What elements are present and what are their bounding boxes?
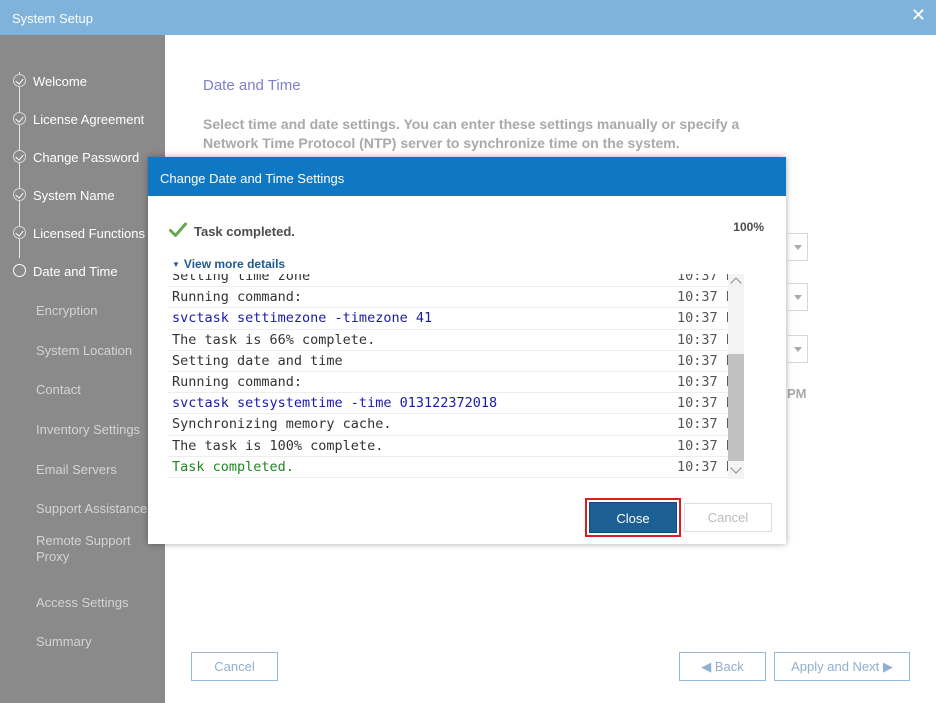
sidebar-step: Access Settings bbox=[0, 591, 165, 613]
step-complete-icon bbox=[13, 188, 26, 201]
setup-steps-sidebar: Welcome License Agreement Change Password S… bbox=[0, 35, 165, 703]
back-button[interactable]: ◀ Back bbox=[679, 652, 766, 681]
log-message: svctask setsystemtime -time 013122372018 bbox=[172, 395, 498, 412]
step-complete-icon bbox=[13, 150, 26, 163]
step-complete-icon bbox=[13, 74, 26, 87]
date-select-arrow[interactable] bbox=[788, 283, 808, 311]
scroll-thumb[interactable] bbox=[728, 354, 744, 461]
sidebar-step: Contact bbox=[0, 378, 165, 400]
sidebar-step: Support Assistance bbox=[0, 497, 165, 519]
time-select-arrow[interactable] bbox=[788, 335, 808, 363]
system-setup-window: System Setup ✕ Welcome License Agreement C… bbox=[0, 0, 936, 703]
log-message: Running command: bbox=[172, 373, 303, 390]
step-current-icon bbox=[13, 264, 26, 277]
log-scrollbar[interactable] bbox=[728, 274, 744, 479]
log-row: Setting date and time 10:37 PM bbox=[168, 351, 744, 372]
sidebar-step-label: Email Servers bbox=[36, 462, 117, 477]
sidebar-step: Change Password bbox=[0, 146, 165, 168]
sidebar-step: Date and Time bbox=[0, 260, 165, 282]
log-row: Running command: 10:37 PM bbox=[168, 372, 744, 394]
checkmark-icon bbox=[169, 222, 187, 237]
log-message: svctask settimezone -timezone 41 bbox=[172, 310, 433, 327]
title-bar: System Setup ✕ bbox=[0, 0, 936, 35]
log-message: Setting time zone bbox=[172, 274, 311, 284]
window-title: System Setup bbox=[12, 11, 93, 26]
sidebar-step-label: Summary bbox=[36, 634, 92, 649]
sidebar-step-label: Encryption bbox=[36, 303, 98, 318]
sidebar-step-label: License Agreement bbox=[33, 112, 145, 127]
log-row: The task is 66% complete. 10:37 PM bbox=[168, 330, 744, 351]
log-row: Synchronizing memory cache. 10:37 PM bbox=[168, 414, 744, 436]
sidebar-step-label: Access Settings bbox=[36, 595, 129, 610]
sidebar-step: Remote Support Proxy bbox=[0, 533, 165, 564]
scroll-up-icon[interactable] bbox=[730, 277, 742, 289]
sidebar-step-label: System Name bbox=[33, 188, 115, 203]
change-date-time-dialog: Change Date and Time Settings Task compl… bbox=[148, 157, 786, 544]
view-more-details-label: View more details bbox=[183, 257, 286, 271]
task-status: Task completed. bbox=[194, 224, 295, 239]
sidebar-step-label: System Location bbox=[36, 343, 133, 358]
step-complete-icon bbox=[13, 226, 26, 239]
page-description: Select time and date settings. You can e… bbox=[203, 116, 740, 151]
close-icon[interactable]: ✕ bbox=[911, 5, 926, 25]
scroll-down-icon[interactable] bbox=[730, 462, 742, 474]
sidebar-step: System Location bbox=[0, 339, 165, 361]
sidebar-step-label: Inventory Settings bbox=[36, 422, 141, 437]
page-title: Date and Time bbox=[203, 77, 301, 94]
log-message: The task is 66% complete. bbox=[172, 331, 376, 348]
sidebar-step-label: Change Password bbox=[33, 150, 140, 165]
caret-down-icon: ▼ bbox=[172, 260, 180, 269]
step-complete-icon bbox=[13, 112, 26, 125]
close-button[interactable]: Close bbox=[589, 502, 677, 533]
sidebar-step: Summary bbox=[0, 630, 165, 652]
timezone-select-arrow[interactable] bbox=[788, 233, 808, 261]
log-message: Synchronizing memory cache. bbox=[172, 416, 392, 433]
apply-and-next-button[interactable]: Apply and Next ▶ bbox=[774, 652, 910, 681]
sidebar-step: Inventory Settings bbox=[0, 418, 165, 440]
log-row: Task completed. 10:37 PM bbox=[168, 457, 744, 478]
log-message: Running command: bbox=[172, 289, 303, 306]
log-row: svctask settimezone -timezone 41 10:37 PM bbox=[168, 308, 744, 330]
sidebar-step-label: Remote Support Proxy bbox=[36, 533, 131, 564]
task-log[interactable]: Setting time zone 10:37 PM Running command… bbox=[168, 274, 764, 479]
sidebar-step: Licensed Functions bbox=[0, 222, 165, 244]
sidebar-step: License Agreement bbox=[0, 108, 165, 130]
log-row: Running command: 10:37 PM bbox=[168, 287, 744, 309]
dialog-header: Change Date and Time Settings bbox=[148, 157, 786, 196]
sidebar-step-label: Support Assistance bbox=[36, 501, 148, 516]
dialog-cancel-button[interactable]: Cancel bbox=[684, 503, 772, 532]
log-message: Task completed. bbox=[172, 458, 294, 475]
sidebar-step: System Name bbox=[0, 184, 165, 206]
view-more-details-toggle[interactable]: ▼ View more details bbox=[172, 257, 285, 271]
time-suffix: PM bbox=[787, 386, 807, 401]
log-row: Setting time zone 10:37 PM bbox=[168, 274, 744, 288]
cancel-button[interactable]: Cancel bbox=[191, 652, 278, 681]
sidebar-step: Welcome bbox=[0, 70, 165, 92]
log-row: The task is 100% complete. 10:37 PM bbox=[168, 436, 744, 457]
task-percent: 100% bbox=[733, 220, 764, 234]
log-message: The task is 100% complete. bbox=[172, 437, 384, 454]
log-message: Setting date and time bbox=[172, 352, 343, 369]
sidebar-step: Email Servers bbox=[0, 458, 165, 480]
sidebar-step-label: Welcome bbox=[33, 74, 87, 89]
sidebar-step-label: Contact bbox=[36, 382, 81, 397]
log-row: svctask setsystemtime -time 013122372018… bbox=[168, 393, 744, 415]
dialog-title: Change Date and Time Settings bbox=[160, 171, 345, 186]
sidebar-step: Encryption bbox=[0, 299, 165, 321]
sidebar-step-label: Date and Time bbox=[33, 264, 118, 279]
sidebar-step-label: Licensed Functions bbox=[33, 226, 146, 241]
